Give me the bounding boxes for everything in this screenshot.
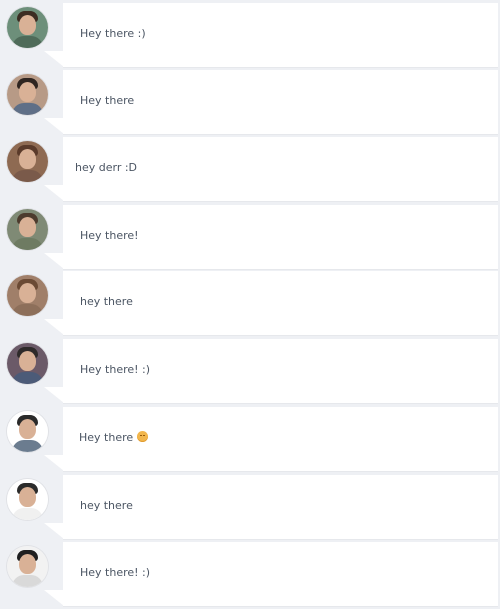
user-avatar[interactable] xyxy=(7,546,48,587)
avatar-face xyxy=(19,554,36,574)
message-text-content: hey derr :D xyxy=(75,161,138,174)
user-avatar[interactable] xyxy=(7,275,48,316)
bubble-tail xyxy=(44,455,64,471)
message-text-content: hey there xyxy=(80,499,133,512)
avatar-shirt xyxy=(12,575,43,587)
avatar-shirt xyxy=(12,170,43,182)
user-avatar[interactable] xyxy=(7,141,48,182)
message-row[interactable]: Hey there! :) xyxy=(0,542,500,607)
message-text: Hey there! :) xyxy=(80,566,150,579)
avatar-shirt xyxy=(12,36,43,48)
bubble-tail xyxy=(44,185,64,201)
message-row[interactable]: Hey there! xyxy=(0,205,500,270)
bubble-tail xyxy=(44,590,64,606)
message-row[interactable]: Hey there xyxy=(0,70,500,135)
message-row[interactable]: Hey there! :) xyxy=(0,339,500,404)
message-row[interactable]: hey there xyxy=(0,271,500,336)
avatar-face xyxy=(19,283,36,303)
avatar-face xyxy=(19,82,36,102)
message-text: hey derr :D xyxy=(75,161,137,174)
user-avatar[interactable] xyxy=(7,479,48,520)
avatar-shirt xyxy=(12,508,43,520)
message-text-content: Hey there! :) xyxy=(80,363,151,376)
avatar-shirt xyxy=(12,103,43,115)
bubble-tail xyxy=(44,253,64,269)
message-text: Hey there xyxy=(79,431,149,444)
message-text-content: Hey there :) xyxy=(80,27,146,40)
avatar-face xyxy=(19,351,36,371)
avatar-face xyxy=(19,419,36,439)
bubble-tail xyxy=(44,118,64,134)
message-text-content: Hey there! xyxy=(80,229,139,242)
user-avatar[interactable] xyxy=(7,343,48,384)
message-text: Hey there xyxy=(80,94,134,107)
bubble-tail xyxy=(44,319,64,335)
avatar-shirt xyxy=(12,304,43,316)
avatar-face xyxy=(19,487,36,507)
user-avatar[interactable] xyxy=(7,209,48,250)
message-row[interactable]: hey derr :D xyxy=(0,137,500,202)
message-text: Hey there! xyxy=(80,229,139,242)
user-avatar[interactable] xyxy=(7,411,48,452)
message-thread: Hey there :) Hey there hey derr :D Hey ther… xyxy=(0,0,500,609)
avatar-face xyxy=(19,15,36,35)
user-avatar[interactable] xyxy=(7,74,48,115)
bubble-tail xyxy=(44,51,64,67)
avatar-shirt xyxy=(12,238,43,250)
message-text-content: hey there xyxy=(80,295,133,308)
message-text-content: Hey there xyxy=(80,94,135,107)
bubble-tail xyxy=(44,387,64,403)
message-row[interactable]: hey there xyxy=(0,475,500,540)
smiling-face-emoji-icon xyxy=(137,431,149,442)
avatar-face xyxy=(19,149,36,169)
message-row[interactable]: Hey there xyxy=(0,407,500,472)
message-text: Hey there :) xyxy=(80,27,146,40)
avatar-face xyxy=(19,217,36,237)
message-row[interactable]: Hey there :) xyxy=(0,3,500,68)
bubble-tail xyxy=(44,523,64,539)
avatar-shirt xyxy=(12,440,43,452)
message-text: hey there xyxy=(80,499,133,512)
message-text: Hey there! :) xyxy=(80,363,150,376)
message-text-content: Hey there xyxy=(79,431,134,444)
message-text: hey there xyxy=(80,295,133,308)
user-avatar[interactable] xyxy=(7,7,48,48)
avatar-shirt xyxy=(12,372,43,384)
message-text-content: Hey there! :) xyxy=(80,566,151,579)
